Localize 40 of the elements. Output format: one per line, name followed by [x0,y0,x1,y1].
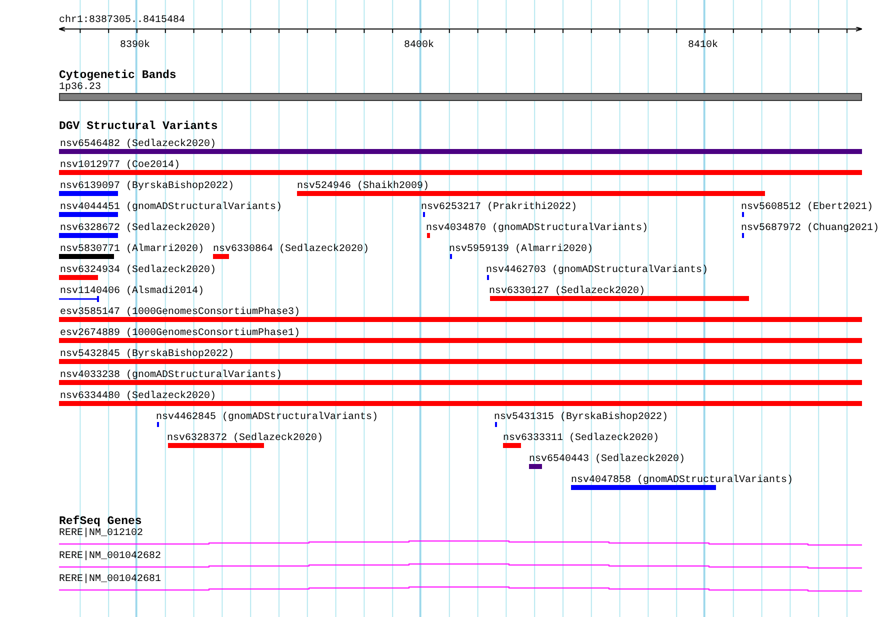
variant-label: nsv5431315 (ByrskaBishop2022) [494,412,668,423]
transcript-label: RERE|NM_001042682 [59,551,162,562]
variant-label: nsv5608512 (Ebert2021) [741,202,874,213]
tick-label: 8410k [688,40,718,51]
track-title: DGV Structural Variants [59,121,218,133]
variant-label: nsv6324934 (Sedlazeck2020) [60,265,216,276]
variant-label: nsv1012977 (Coe2014) [60,160,180,171]
variant-label: esv3585147 (1000GenomesConsortiumPhase3) [60,307,300,318]
variant-label: nsv4044451 (gnomADStructuralVariants) [60,202,282,213]
variant-label: nsv5830771 (Almarri2020) [60,244,204,255]
variant-line [59,296,99,302]
variant-label: esv2674889 (1000GenomesConsortiumPhase1) [60,328,300,339]
transcript-label: RERE|NM_001042681 [59,574,162,585]
variant-label: nsv1140406 (Alsmadi2014) [60,286,204,297]
track-title: RefSeq Genes [59,516,142,528]
variant-label: nsv5959139 (Almarri2020) [449,244,594,255]
variant-label: nsv6334480 (Sedlazeck2020) [60,391,216,402]
location-label: chr1:8387305..8415484 [59,15,186,26]
variant-label: nsv524946 (Shaikh2009) [297,181,430,192]
variant-label: nsv4047858 (gnomADStructuralVariants) [571,475,794,486]
variant-label: nsv4462845 (gnomADStructuralVariants) [156,412,378,423]
variant-label: nsv6139097 (ByrskaBishop2022) [60,181,234,192]
band-label: 1p36.23 [59,82,102,93]
transcript-label: RERE|NM_012102 [59,528,144,539]
variant-label: nsv4462703 (gnomADStructuralVariants) [486,265,708,276]
variant-label: nsv6546482 (Sedlazeck2020) [60,139,216,150]
tick-label: 8400k [404,40,434,51]
variant-label: nsv6328372 (Sedlazeck2020) [167,433,324,444]
variant-label: nsv5687972 (Chuang2021) [741,223,880,234]
variant-label: nsv6330127 (Sedlazeck2020) [489,286,646,297]
track-title: Cytogenetic Bands [59,70,176,82]
variant-label: nsv4033238 (gnomADStructuralVariants) [60,370,282,381]
variant-label: nsv6330864 (Sedlazeck2020) [213,244,370,255]
variant-label: nsv4034870 (gnomADStructuralVariants) [426,223,648,234]
variant-label: nsv6253217 (Prakrithi2022) [421,202,578,213]
variant-label: nsv6540443 (Sedlazeck2020) [529,454,686,465]
variant-label: nsv6333311 (Sedlazeck2020) [503,433,660,444]
tick-label: 8390k [120,40,150,51]
variant-label: nsv5432845 (ByrskaBishop2022) [60,349,234,360]
variant-label: nsv6328672 (Sedlazeck2020) [60,223,216,234]
